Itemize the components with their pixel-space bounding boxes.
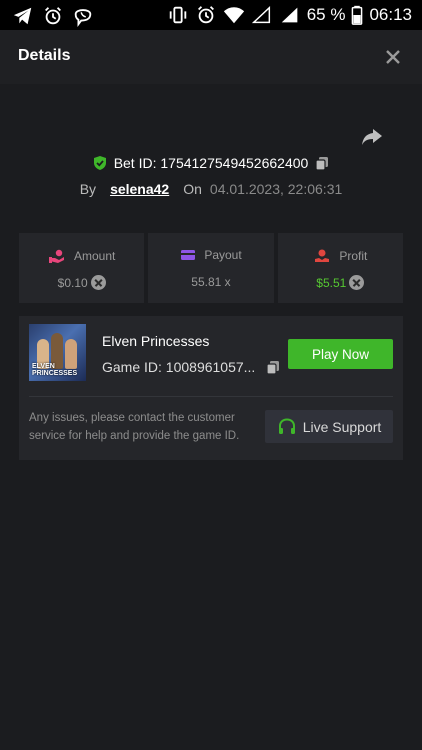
status-right-icons: 65 % 06:13 [167,4,412,26]
payout-icon [181,250,196,260]
alarm-icon [42,5,64,27]
game-card: ELVEN PRINCESSES Elven Princesses Game I… [19,316,403,460]
status-time: 06:13 [369,5,412,24]
game-thumbnail[interactable]: ELVEN PRINCESSES [29,324,86,381]
username-link[interactable]: selena42 [110,181,169,197]
on-label: On [183,181,202,197]
divider [29,396,393,397]
by-label: By [79,181,97,197]
coin-icon [90,275,106,290]
amount-value: $0.10 [57,275,88,290]
copy-icon[interactable] [265,359,281,375]
live-support-label: Live Support [302,418,382,435]
signal-empty-icon [251,4,273,26]
status-left-icons [12,5,94,27]
verified-shield-icon [93,156,106,170]
share-icon [362,129,382,145]
alarm-icon [195,4,217,26]
amount-icon [48,249,64,263]
profit-label: Profit [339,249,368,263]
amount-label: Amount [73,249,116,263]
signal-icon [279,4,301,26]
page-title: Details [18,47,71,64]
headset-icon [278,417,295,434]
thumbnail-title: ELVEN PRINCESSES [32,363,78,377]
battery-percent: 65 % [306,5,346,24]
bet-meta-row: By selena42 On 04.01.2023, 22:06:31 [0,181,422,197]
payout-label: Payout [204,248,242,262]
game-id-row: Game ID: 1008961057... [102,359,281,375]
bet-id: Bet ID: 1754127549452662400 [113,155,309,171]
copy-icon[interactable] [314,155,330,171]
amount-stat: Amount $0.10 [19,233,145,303]
close-icon [386,50,400,64]
bet-date: 04.01.2023, 22:06:31 [209,181,343,197]
payout-value: 55.81 x [191,275,231,289]
live-support-button[interactable]: Live Support [265,410,393,443]
payout-stat: Payout 55.81 x [148,233,274,303]
battery-icon [351,4,363,26]
status-bar: 65 % 06:13 [0,0,422,30]
telegram-icon [12,5,34,27]
support-note: Any issues, please contact the customer … [29,412,240,442]
profit-value: $5.51 [316,275,347,290]
coin-icon [349,275,365,290]
profit-icon [315,249,330,262]
close-button[interactable] [384,48,402,66]
play-now-button[interactable]: Play Now [288,339,393,369]
game-id: Game ID: 1008961057... [102,359,256,375]
viber-icon [72,5,94,27]
share-button[interactable] [360,124,384,148]
game-name: Elven Princesses [102,333,210,349]
bet-id-row: Bet ID: 1754127549452662400 [0,155,422,174]
bet-stats: Amount $0.10 Payout 55.81 x Profit $5.51 [19,233,403,303]
vibrate-icon [167,4,189,26]
wifi-icon [223,4,245,26]
profit-stat: Profit $5.51 [277,233,403,303]
details-header: Details [0,30,422,84]
